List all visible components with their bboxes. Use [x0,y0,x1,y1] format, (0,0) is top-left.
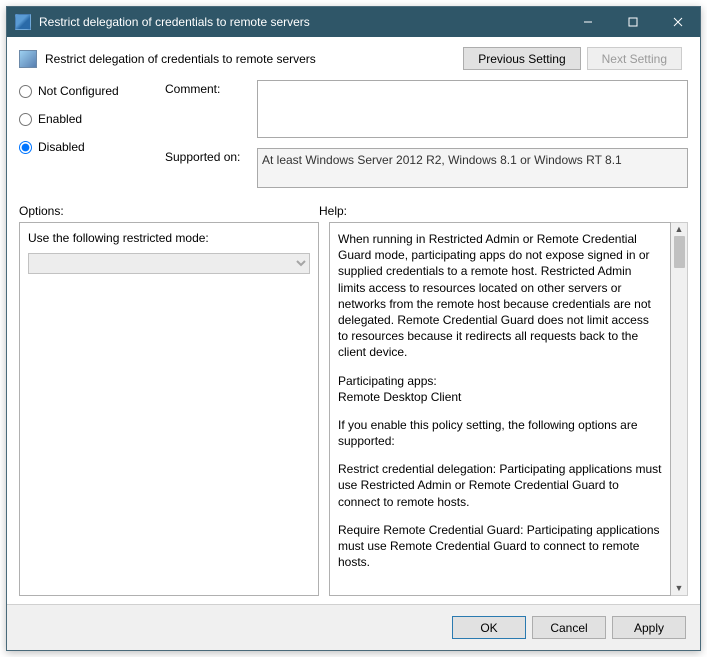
policy-editor-window: Restrict delegation of credentials to re… [6,6,701,651]
radio-enabled[interactable]: Enabled [19,112,149,126]
options-panel: Use the following restricted mode: [19,222,319,596]
header-row: Restrict delegation of credentials to re… [19,47,688,70]
app-icon [15,14,31,30]
scroll-down-icon[interactable]: ▼ [675,584,684,593]
footer: OK Cancel Apply [7,604,700,650]
scroll-thumb[interactable] [674,236,685,268]
radio-enabled-label: Enabled [38,112,82,126]
supported-label: Supported on: [165,148,257,188]
content-area: Restrict delegation of credentials to re… [7,37,700,604]
restricted-mode-label: Use the following restricted mode: [28,231,310,245]
supported-text: At least Windows Server 2012 R2, Windows… [257,148,688,188]
radio-not-configured[interactable]: Not Configured [19,84,149,98]
scroll-up-icon[interactable]: ▲ [675,225,684,234]
policy-name: Restrict delegation of credentials to re… [45,52,463,66]
comment-row: Comment: [165,80,688,138]
apply-button[interactable]: Apply [612,616,686,639]
nav-buttons: Previous Setting Next Setting [463,47,682,70]
help-label: Help: [319,204,347,218]
help-scrollbar[interactable]: ▲ ▼ [671,222,688,596]
help-text: Remote Desktop Client [338,390,461,404]
help-paragraph: Participating apps: Remote Desktop Clien… [338,373,662,405]
help-paragraph: Restrict credential delegation: Particip… [338,461,662,510]
help-paragraph: When running in Restricted Admin or Remo… [338,231,662,361]
next-setting-button: Next Setting [587,47,682,70]
radio-enabled-input[interactable] [19,113,32,126]
radio-not-configured-input[interactable] [19,85,32,98]
maximize-button[interactable] [610,7,655,37]
help-paragraph: Require Remote Credential Guard: Partici… [338,522,662,571]
ok-button[interactable]: OK [452,616,526,639]
panels-section: Use the following restricted mode: When … [19,222,688,596]
comment-label: Comment: [165,80,257,138]
window-title: Restrict delegation of credentials to re… [39,15,565,29]
section-labels: Options: Help: [19,204,688,218]
supported-row: Supported on: At least Windows Server 20… [165,148,688,188]
radio-disabled-input[interactable] [19,141,32,154]
comment-textarea[interactable] [257,80,688,138]
close-button[interactable] [655,7,700,37]
help-paragraph: If you enable this policy setting, the f… [338,417,662,449]
options-label: Options: [19,204,319,218]
restricted-mode-select [28,253,310,274]
config-section: Not Configured Enabled Disabled Comment: [19,80,688,198]
help-wrap: When running in Restricted Admin or Remo… [329,222,688,596]
help-panel: When running in Restricted Admin or Remo… [329,222,671,596]
minimize-button[interactable] [565,7,610,37]
help-text: Participating apps: [338,374,437,388]
radio-not-configured-label: Not Configured [38,84,119,98]
state-radio-group: Not Configured Enabled Disabled [19,80,149,198]
previous-setting-button[interactable]: Previous Setting [463,47,580,70]
cancel-button[interactable]: Cancel [532,616,606,639]
titlebar[interactable]: Restrict delegation of credentials to re… [7,7,700,37]
policy-icon [19,50,37,68]
radio-disabled-label: Disabled [38,140,85,154]
radio-disabled[interactable]: Disabled [19,140,149,154]
details-column: Comment: Supported on: At least Windows … [165,80,688,198]
